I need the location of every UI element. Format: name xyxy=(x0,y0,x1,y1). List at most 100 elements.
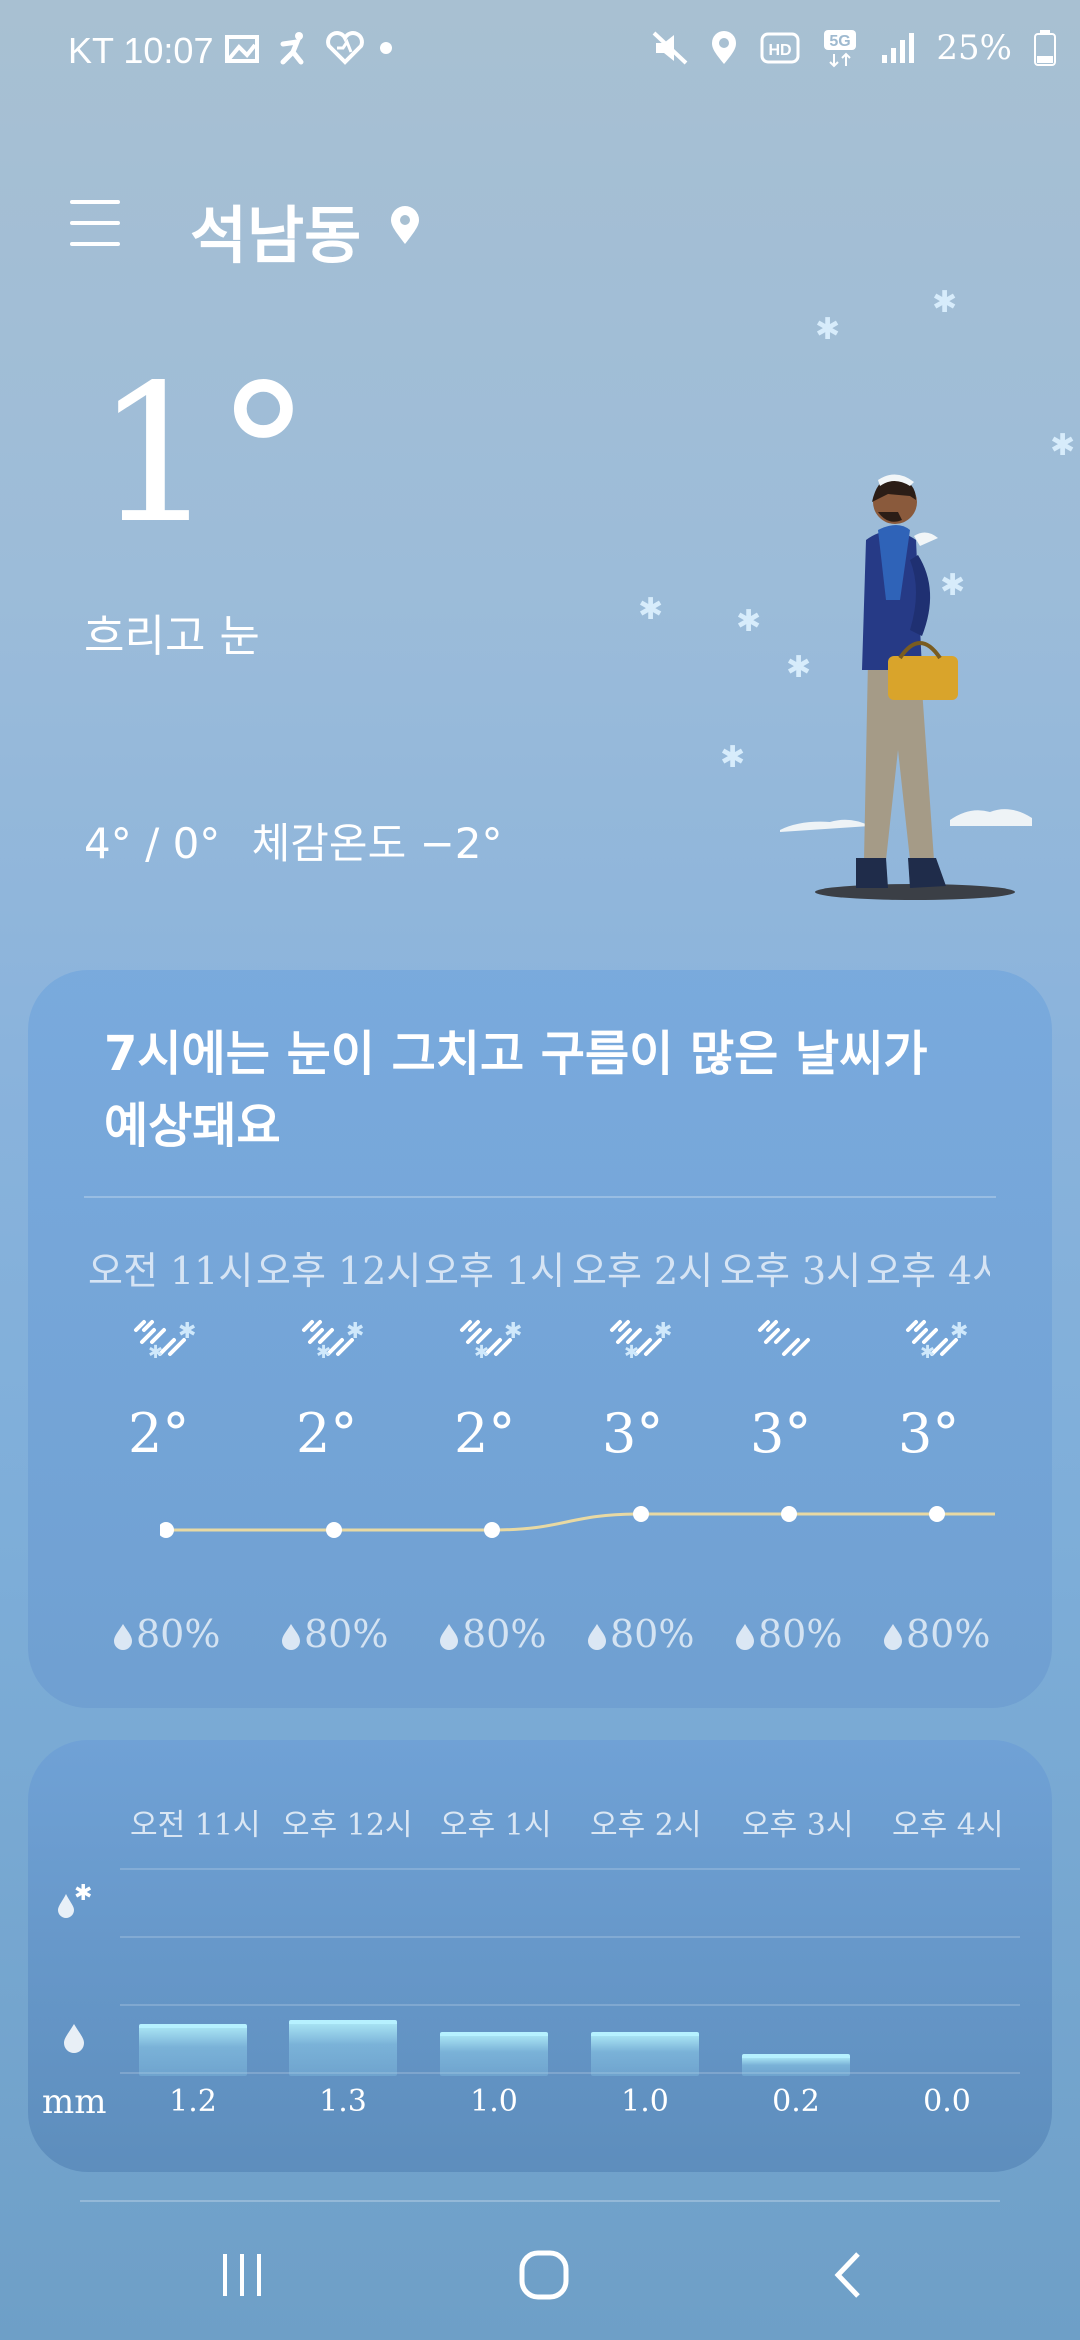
precip-hour-label: 오후 2시 xyxy=(590,1808,702,1843)
hour-label: 오후 12시 xyxy=(256,1249,422,1293)
rain-chance-clip: 80% xyxy=(882,1612,992,1662)
grid-line xyxy=(120,1868,1020,1870)
precip-hour-label: 오후 4시 xyxy=(892,1808,1004,1843)
status-carrier-time: KT 10:07 xyxy=(68,30,213,72)
location-title[interactable]: 석남동 xyxy=(190,185,361,275)
notification-icons xyxy=(225,30,393,66)
rain-chance-value: 80% xyxy=(906,1612,991,1656)
snow-rain-icon: ✱✱ xyxy=(302,1319,364,1358)
rain-chance-value: 80% xyxy=(304,1612,389,1656)
svg-text:✱: ✱ xyxy=(178,1319,196,1344)
precip-bar xyxy=(591,2032,699,2076)
menu-line xyxy=(70,221,120,225)
home-button[interactable] xyxy=(504,2240,584,2310)
clock: 10:07 xyxy=(123,30,214,71)
recent-apps-button[interactable] xyxy=(202,2240,282,2310)
precip-bar xyxy=(289,2020,397,2076)
grid-line xyxy=(120,2072,1020,2074)
battery-icon xyxy=(1034,30,1056,66)
temperature-point xyxy=(781,1506,797,1522)
menu-line xyxy=(70,200,120,204)
rain-chance: 80% xyxy=(882,1612,990,1656)
hd-icon: HD xyxy=(760,32,800,64)
5g-icon: 5G xyxy=(824,30,857,68)
svg-text:✱: ✱ xyxy=(474,1342,489,1358)
weather-condition: 흐리고 눈 xyxy=(84,611,260,662)
heart-icon xyxy=(326,31,364,65)
battery-percent: 25% xyxy=(936,28,1012,68)
precip-hour-label: 오후 3시 xyxy=(742,1808,854,1843)
snow-rain-icon: ✱✱ xyxy=(906,1319,968,1358)
svg-text:✱: ✱ xyxy=(624,1342,639,1358)
min-max-feels-like: 4° / 0° 체감온도 −2° xyxy=(84,810,502,871)
forecast-summary: 7시에는 눈이 그치고 구름이 많은 날씨가 예상돼요 xyxy=(104,1026,928,1154)
svg-text:HD: HD xyxy=(769,42,792,59)
precip-hour-label: 오후 12시 xyxy=(282,1808,413,1843)
menu-icon[interactable] xyxy=(70,200,120,246)
precip-value: 1.0 xyxy=(621,2084,669,2119)
home-icon xyxy=(519,2250,569,2300)
rain-chance: 80% xyxy=(438,1612,546,1656)
divider xyxy=(84,1196,996,1198)
menu-line xyxy=(70,242,120,246)
hour-temp: 3° xyxy=(750,1402,812,1465)
precip-bar xyxy=(139,2024,247,2076)
current-temperature: 1° xyxy=(95,344,311,565)
grid-line xyxy=(120,1936,1020,1938)
precip-value: 1.0 xyxy=(470,2084,518,2119)
raindrop-icon xyxy=(884,1624,902,1650)
hour-temp: 2° xyxy=(128,1402,190,1465)
snow-rain-icon: ✱✱ xyxy=(134,1319,196,1358)
snowflake-icon: ✱ xyxy=(720,740,746,775)
precip-bar xyxy=(742,2054,850,2076)
rain-chance-value: 80% xyxy=(462,1612,547,1656)
divider xyxy=(80,2200,1000,2202)
rain-chance-value: 80% xyxy=(136,1612,221,1656)
signal-icon xyxy=(882,33,915,63)
svg-text:✱: ✱ xyxy=(950,1319,968,1344)
svg-text:5G: 5G xyxy=(830,33,851,50)
snowflake-icon: ✱ xyxy=(1050,428,1076,463)
svg-text:✱: ✱ xyxy=(504,1319,522,1344)
snowflake-icon: ✱ xyxy=(736,604,762,639)
mute-icon xyxy=(653,31,688,65)
hour-label: 오후 2시 xyxy=(572,1249,714,1293)
unit-label: mm xyxy=(42,2082,107,2122)
raindrop-icon xyxy=(114,1624,132,1650)
raindrop-icon xyxy=(64,2024,84,2053)
precip-value: 0.2 xyxy=(772,2084,820,2119)
snowflake-icon: ✱ xyxy=(815,312,841,347)
temperature-point xyxy=(326,1522,342,1538)
svg-text:✱: ✱ xyxy=(920,1342,935,1358)
svg-text:✱: ✱ xyxy=(316,1342,331,1358)
rain-chance: 80% xyxy=(280,1612,388,1656)
snowflake-icon: ✱ xyxy=(932,285,958,320)
carrier: KT xyxy=(68,30,114,71)
precip-value: 1.2 xyxy=(169,2084,217,2119)
hour-label: 오후 1시 xyxy=(424,1249,566,1293)
svg-text:✱: ✱ xyxy=(654,1319,672,1344)
temperature-point xyxy=(929,1506,945,1522)
precip-hour-label: 오후 1시 xyxy=(440,1808,552,1843)
back-button[interactable] xyxy=(808,2240,888,2310)
status-bar: KT 10:07 HD 5G 25% xyxy=(0,0,1080,105)
precip-bar xyxy=(440,2032,548,2076)
rain-chance: 80% xyxy=(734,1612,842,1656)
snow-rain-icon: ✱✱ xyxy=(610,1319,672,1358)
dot-icon xyxy=(380,42,392,54)
temperature-point xyxy=(633,1506,649,1522)
back-icon xyxy=(834,2252,860,2298)
precip-value: 0.0 xyxy=(923,2084,971,2119)
grid-line xyxy=(120,2004,1020,2006)
snow-rain-icon: ✱✱ xyxy=(460,1319,522,1358)
precip-hour-label: 오전 11시 xyxy=(130,1808,261,1843)
gallery-icon xyxy=(225,35,259,63)
svg-text:✱: ✱ xyxy=(148,1342,163,1358)
hour-temp: 3° xyxy=(898,1402,960,1465)
rain-chance-value: 80% xyxy=(610,1612,695,1656)
runner-icon xyxy=(280,32,304,65)
precip-value: 1.3 xyxy=(319,2084,367,2119)
rain-chance: 80% xyxy=(586,1612,694,1656)
raindrop-icon xyxy=(736,1624,754,1650)
system-icons: HD 5G 25% xyxy=(652,28,1056,68)
